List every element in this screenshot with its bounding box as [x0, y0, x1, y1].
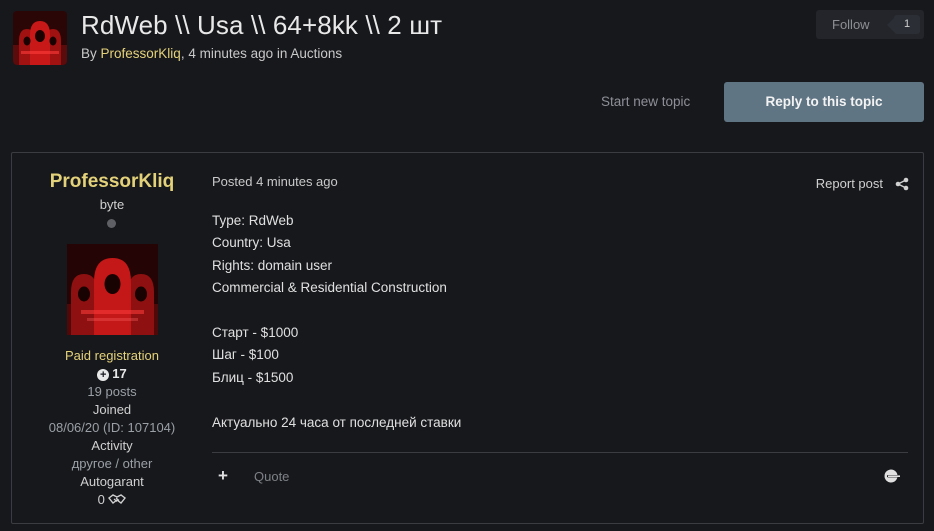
- autogarant-label: Autogarant: [80, 474, 144, 489]
- post-date[interactable]: Posted 4 minutes ago: [212, 174, 338, 189]
- reaction-icon[interactable]: [882, 469, 902, 483]
- post-body-line: Старт - $1000: [212, 324, 299, 340]
- post-author-panel: ProfessorKliq byte Paid registration +17…: [12, 153, 212, 523]
- quote-button[interactable]: Quote: [254, 469, 289, 484]
- autogarant-row: 0: [12, 492, 212, 507]
- activity-label: Activity: [91, 438, 133, 453]
- reply-to-topic-button[interactable]: Reply to this topic: [724, 82, 924, 122]
- post-body: Type: RdWeb Country: Usa Rights: domain …: [212, 210, 461, 434]
- by-label: By: [81, 46, 101, 61]
- post-body-line: Country: Usa: [212, 235, 291, 251]
- handshake-icon: [108, 494, 127, 504]
- post-body-line: Rights: domain user: [212, 257, 333, 273]
- reputation-plus-icon: +: [97, 369, 110, 381]
- online-status-dot: [107, 219, 116, 228]
- reputation-value: 17: [112, 366, 127, 381]
- topic-time: , 4 minutes ago in: [180, 46, 291, 61]
- post-author-name[interactable]: ProfessorKliq: [12, 171, 212, 193]
- topic-author-link[interactable]: ProfessorKliq: [101, 46, 181, 61]
- post-body-line: Шаг - $100: [212, 347, 279, 363]
- post-body-line: Commercial & Residential Construction: [212, 280, 447, 296]
- topic-meta: By ProfessorKliq, 4 minutes ago in Aucti…: [81, 46, 342, 61]
- share-icon[interactable]: [895, 177, 909, 191]
- post-body-line: [212, 389, 461, 411]
- author-group: Paid registration: [65, 348, 159, 363]
- forum-link[interactable]: Auctions: [290, 46, 342, 61]
- post-body-line: Type: RdWeb: [212, 213, 294, 228]
- topic-author-avatar[interactable]: [13, 11, 67, 65]
- follow-label: Follow: [832, 17, 870, 32]
- author-posts: 19 posts: [87, 384, 137, 399]
- hooded-figures-avatar: [13, 11, 67, 65]
- post-content: Posted 4 minutes ago Report post Type: R…: [212, 153, 923, 523]
- joined-label: Joined: [92, 402, 132, 417]
- hooded-figures-avatar: [67, 244, 158, 335]
- topic-title: RdWeb \\ Usa \\ 64+8kk \\ 2 шт: [81, 10, 443, 40]
- report-post-link[interactable]: Report post: [816, 176, 883, 191]
- joined-value: 08/06/20 (ID: 107104): [48, 420, 176, 435]
- follow-button[interactable]: Follow 1: [816, 10, 924, 39]
- follow-count-badge: 1: [887, 15, 920, 34]
- post: ProfessorKliq byte Paid registration +17…: [11, 152, 924, 524]
- start-new-topic-link[interactable]: Start new topic: [601, 94, 690, 109]
- post-body-line: Блиц - $1500: [212, 369, 294, 385]
- post-divider: [212, 452, 908, 453]
- post-body-line: [212, 300, 461, 322]
- author-rank: byte: [99, 197, 125, 212]
- autogarant-value: 0: [97, 492, 105, 507]
- post-author-avatar[interactable]: [67, 244, 158, 335]
- post-body-line: Актуально 24 часа от последней ставки: [212, 414, 462, 430]
- plus-icon[interactable]: +: [218, 466, 228, 486]
- author-reputation[interactable]: +17: [12, 366, 212, 381]
- activity-value: другое / other: [71, 456, 153, 471]
